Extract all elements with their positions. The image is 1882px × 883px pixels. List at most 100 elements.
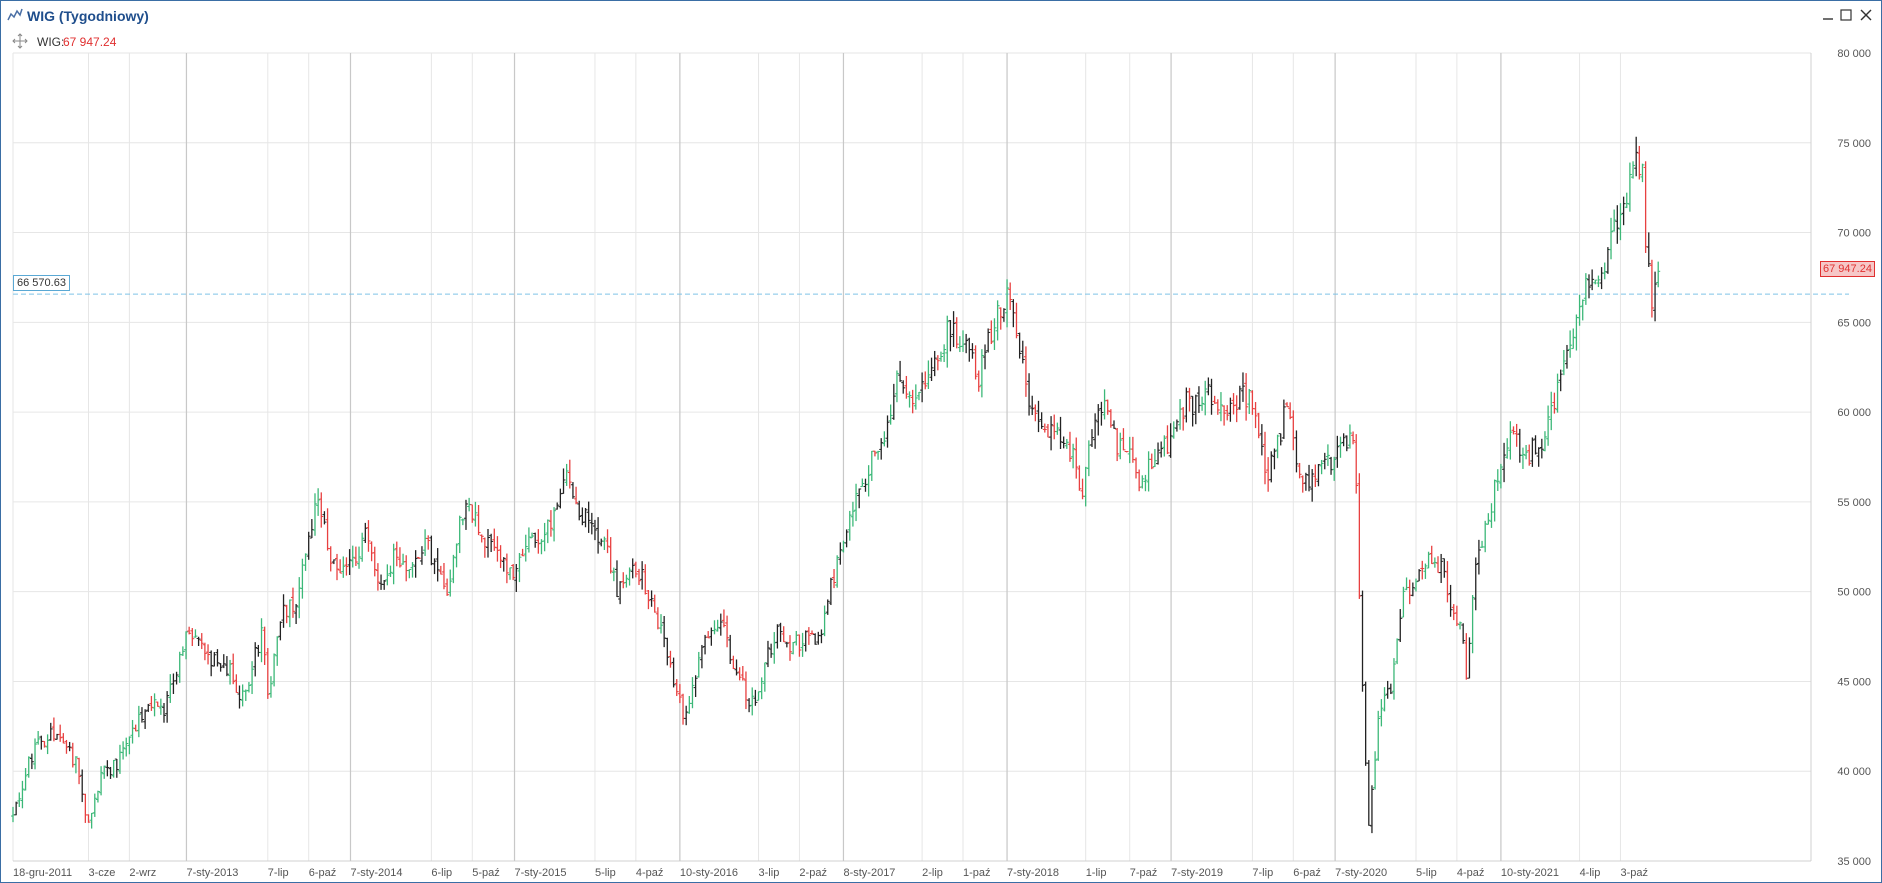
ohlc-bar [432,558,437,575]
ohlc-bar [1099,401,1104,426]
ohlc-bar [844,529,849,548]
ohlc-bar [1039,412,1044,429]
ohlc-bars [11,136,1661,834]
ohlc-bar [854,483,859,522]
ohlc-bar [33,738,38,770]
ohlc-bar [196,636,201,647]
ohlc-bar [1005,279,1010,328]
ohlc-chart[interactable]: 35 000 40 000 45 000 50 000 55 000 60 000 65 0… [1,1,1881,882]
ohlc-bar [643,564,648,595]
x-tick-label: 7-lip [268,867,289,879]
ohlc-bar [1077,465,1082,491]
x-tick-label: 7-sty-2019 [1171,867,1223,879]
ohlc-bar [375,563,380,591]
ohlc-bar [1017,332,1022,359]
ohlc-bar [1130,436,1135,463]
ohlc-bar [246,682,251,693]
ohlc-bar [756,691,761,701]
ohlc-bar [1593,279,1598,285]
y-tick-label: 75 000 [1837,138,1871,150]
ohlc-bar [910,389,915,414]
x-tick-label: 2-paź [799,867,827,879]
ohlc-bar [1237,385,1242,410]
ohlc-bar [1240,372,1245,402]
ohlc-bar [888,404,893,425]
ohlc-bar [951,311,956,348]
ohlc-bar [193,629,198,638]
ohlc-bar [1580,299,1585,321]
ohlc-bar [1137,469,1142,492]
ohlc-bar [640,561,645,590]
ohlc-bar [253,642,258,677]
ohlc-bar [662,615,667,648]
ohlc-bar [155,701,160,707]
ohlc-bar [445,578,450,596]
ohlc-bar [67,741,72,752]
ohlc-bar [322,511,327,525]
ohlc-bar [1483,520,1488,553]
ohlc-bar [1473,557,1478,611]
ohlc-bar [1111,420,1116,429]
ohlc-bar [1413,578,1418,592]
x-tick-label: 5-paź [472,867,500,879]
ohlc-bar [234,674,239,693]
ohlc-bar [850,501,855,527]
ohlc-bar [995,300,1000,341]
ohlc-bar [1278,433,1283,446]
ohlc-bar [879,438,884,460]
reference-line-label: 66 570.63 [13,275,70,291]
ohlc-bar [180,646,185,656]
ohlc-bar [1250,390,1255,415]
ohlc-bar [407,569,412,579]
ohlc-bar [1486,513,1491,525]
x-tick-label: 4-lip [1580,867,1601,879]
ohlc-bar [1505,438,1510,459]
x-axis: 18-gru-2011 3-cze 2-wrz 7-sty-2013 7-lip 6-pa… [13,867,1648,879]
ohlc-bar [108,766,113,779]
ohlc-bar [964,333,969,354]
ohlc-bar [1061,436,1066,449]
ohlc-bar [621,572,626,589]
ohlc-bar [1612,209,1617,232]
ohlc-bar [1190,395,1195,427]
ohlc-bar [863,478,868,492]
chart-window: WIG (Tygodniowy) WIG: 67 947.24 35 000 40… [0,0,1882,883]
ohlc-bar [806,627,811,645]
ohlc-bar [1291,410,1296,451]
ohlc-bar [1259,424,1264,456]
ohlc-bar [759,677,764,700]
ohlc-bar [920,372,925,403]
ohlc-bar [737,667,742,681]
ohlc-bar [1008,282,1013,311]
ohlc-bar [1451,604,1456,621]
ohlc-bar [542,522,547,552]
y-tick-label: 45 000 [1837,676,1871,688]
ohlc-bar [1656,261,1661,288]
ohlc-bar [1492,479,1497,522]
ohlc-bar [649,590,654,607]
ohlc-bar [1624,192,1629,209]
ohlc-bar [1640,163,1645,183]
ohlc-bar [800,632,805,657]
ohlc-bar [633,561,638,578]
ohlc-bar [372,546,377,577]
ohlc-bar [769,643,774,658]
ohlc-bar [1055,422,1060,435]
ohlc-bar [335,553,340,581]
ohlc-bar [1174,419,1179,432]
ohlc-bar [127,736,132,755]
ohlc-bar [404,555,409,582]
ohlc-bar [983,344,988,370]
ohlc-bar [1338,436,1343,458]
y-tick-label: 55 000 [1837,497,1871,509]
ohlc-bar [813,633,818,645]
ohlc-bar [1218,392,1223,422]
ohlc-bar [1310,469,1315,502]
ohlc-bar [762,662,767,692]
ohlc-bar [1001,308,1006,322]
ohlc-bar [1089,429,1094,448]
ohlc-bar [1502,442,1507,483]
ohlc-bar [869,450,874,481]
ohlc-bar [567,459,572,489]
ohlc-bar [1489,503,1494,528]
